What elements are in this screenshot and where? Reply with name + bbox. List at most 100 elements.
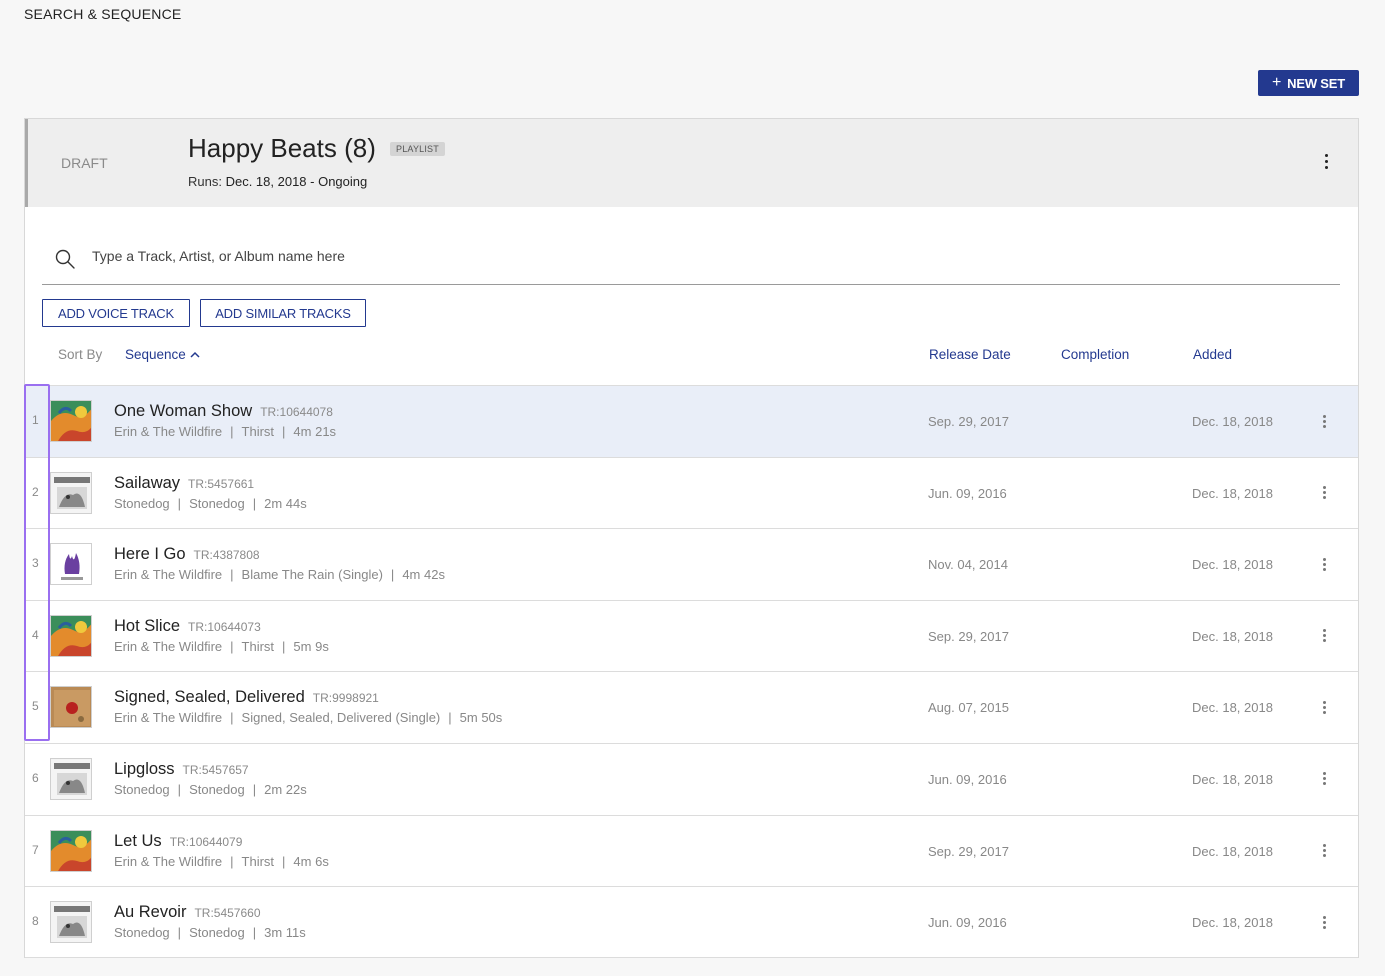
- track-id: TR:5457660: [194, 906, 261, 921]
- track-row[interactable]: 7 Let Us TR:10644079 Erin & The Wildfire…: [25, 814, 1358, 887]
- album-art: [50, 901, 92, 944]
- more-vertical-icon: [1322, 629, 1326, 633]
- track-title: One Woman Show: [114, 402, 253, 420]
- add-voice-track-button[interactable]: ADD VOICE TRACK: [42, 299, 190, 327]
- track-artist: Erin & The Wildfire: [114, 710, 223, 726]
- track-added-date: Dec. 18, 2018: [1192, 771, 1273, 787]
- track-album: Thirst: [241, 853, 275, 869]
- track-release-date: Sep. 29, 2017: [928, 628, 1009, 644]
- new-set-button[interactable]: + NEW SET: [1258, 70, 1359, 96]
- set-type-badge: PLAYLIST: [390, 142, 445, 156]
- track-title: Here I Go: [114, 545, 186, 564]
- track-title: Hot Slice: [114, 616, 181, 635]
- more-vertical-icon: [1322, 915, 1326, 919]
- album-art: [50, 757, 92, 800]
- more-vertical-icon: [1322, 414, 1326, 418]
- track-id: TR:5457661: [188, 476, 255, 491]
- track-release-date: Nov. 04, 2014: [928, 557, 1008, 573]
- album-art: [50, 543, 92, 586]
- track-menu-button[interactable]: [1317, 698, 1331, 716]
- sort-dropdown[interactable]: Sequence: [125, 347, 200, 362]
- track-menu-button[interactable]: [1317, 913, 1331, 931]
- track-added-date: Dec. 18, 2018: [1192, 485, 1273, 501]
- album-art: [50, 400, 92, 442]
- track-album: Thirst: [241, 638, 275, 654]
- track-id: TR:10644079: [169, 834, 243, 849]
- track-album: Thirst: [241, 424, 275, 439]
- track-number[interactable]: 8: [32, 914, 39, 928]
- track-duration: 4m 6s: [293, 853, 329, 869]
- track-album: Blame The Rain (Single): [241, 567, 383, 583]
- track-row[interactable]: 1 One Woman Show TR:10644078 Erin & The …: [25, 385, 1358, 457]
- track-row[interactable]: 6 Lipgloss TR:5457657 Stonedog | Stonedog…: [25, 742, 1358, 815]
- track-menu-button[interactable]: [1317, 484, 1331, 502]
- track-artist: Stonedog: [114, 781, 170, 797]
- track-duration: 5m 50s: [459, 710, 503, 726]
- track-row[interactable]: 2 Sailaway TR:5457661 Stonedog | Stonedog…: [25, 456, 1358, 529]
- track-row[interactable]: 8 Au Revoir TR:5457660 Stonedog | Stonedo…: [25, 886, 1358, 958]
- search-input[interactable]: [92, 243, 1292, 269]
- track-duration: 4m 42s: [402, 567, 445, 583]
- track-row[interactable]: 3 Here I Go TR:4387808 Erin & The Wildfi…: [25, 528, 1358, 600]
- track-added-date: Dec. 18, 2018: [1192, 843, 1273, 859]
- sort-label: Sort By: [58, 347, 103, 362]
- track-menu-button[interactable]: [1317, 412, 1331, 430]
- track-meta: Stonedog | Stonedog | 3m 11s: [114, 925, 306, 941]
- set-status: DRAFT: [61, 155, 108, 171]
- new-set-label: NEW SET: [1287, 75, 1345, 91]
- track-menu-button[interactable]: [1317, 842, 1331, 860]
- track-meta: Erin & The Wildfire | Blame The Rain (Sin…: [114, 567, 445, 583]
- track-menu-button[interactable]: [1317, 770, 1331, 788]
- app-title: SEARCH & SEQUENCE: [24, 6, 182, 22]
- column-added[interactable]: Added: [1193, 347, 1232, 362]
- track-id: TR:4387808: [193, 548, 260, 563]
- more-vertical-icon: [1322, 844, 1326, 848]
- more-vertical-icon: [1322, 557, 1326, 561]
- track-number[interactable]: 6: [32, 771, 39, 785]
- more-vertical-icon: [1322, 486, 1326, 490]
- track-meta: Erin & The Wildfire | Thirst | 5m 9s: [114, 638, 329, 654]
- track-number[interactable]: 1: [32, 413, 39, 427]
- track-added-date: Dec. 18, 2018: [1192, 414, 1273, 429]
- track-row[interactable]: 4 Hot Slice TR:10644073 Erin & The Wildf…: [25, 599, 1358, 672]
- track-album: Stonedog: [189, 781, 245, 797]
- track-duration: 3m 11s: [264, 925, 306, 941]
- search-bar: [42, 239, 1340, 285]
- track-number[interactable]: 4: [32, 628, 39, 642]
- track-duration: 2m 22s: [264, 781, 307, 797]
- add-similar-tracks-button[interactable]: ADD SIMILAR TRACKS: [200, 299, 366, 327]
- column-release-date[interactable]: Release Date: [929, 347, 1011, 362]
- more-vertical-icon: [1324, 153, 1328, 157]
- track-added-date: Dec. 18, 2018: [1192, 700, 1273, 716]
- track-meta: Stonedog | Stonedog | 2m 44s: [114, 495, 307, 511]
- set-panel: DRAFT Happy Beats (8) PLAYLIST Runs: Dec…: [24, 118, 1359, 958]
- track-title: Au Revoir: [114, 903, 187, 922]
- track-title: Signed, Sealed, Delivered: [114, 688, 305, 707]
- track-title: Lipgloss: [114, 759, 175, 778]
- track-list: 1 One Woman Show TR:10644078 Erin & The …: [25, 385, 1358, 958]
- album-art: [50, 829, 92, 872]
- track-number[interactable]: 3: [32, 556, 39, 570]
- set-menu-button[interactable]: [1318, 149, 1334, 173]
- track-title: Let Us: [114, 831, 162, 850]
- set-header: DRAFT Happy Beats (8) PLAYLIST Runs: Dec…: [25, 119, 1358, 207]
- track-id: TR:10644073: [188, 619, 261, 634]
- track-album: Stonedog: [189, 495, 245, 511]
- track-added-date: Dec. 18, 2018: [1192, 915, 1273, 931]
- track-artist: Erin & The Wildfire: [114, 567, 223, 583]
- track-added-date: Dec. 18, 2018: [1192, 557, 1273, 573]
- track-menu-button[interactable]: [1317, 627, 1331, 645]
- track-menu-button[interactable]: [1317, 555, 1331, 573]
- album-art: [50, 471, 92, 514]
- search-icon: [55, 249, 75, 269]
- runs-value: Dec. 18, 2018 - Ongoing: [225, 174, 368, 189]
- track-row[interactable]: 5 Signed, Sealed, Delivered TR:9998921 E…: [25, 671, 1358, 743]
- track-artist: Erin & The Wildfire: [114, 638, 223, 654]
- album-art: [50, 686, 92, 729]
- more-vertical-icon: [1322, 700, 1326, 704]
- track-meta: Stonedog | Stonedog | 2m 22s: [114, 781, 307, 797]
- track-number[interactable]: 7: [32, 843, 39, 857]
- track-number[interactable]: 5: [32, 699, 39, 713]
- column-completion[interactable]: Completion: [1061, 347, 1129, 362]
- track-number[interactable]: 2: [32, 485, 39, 499]
